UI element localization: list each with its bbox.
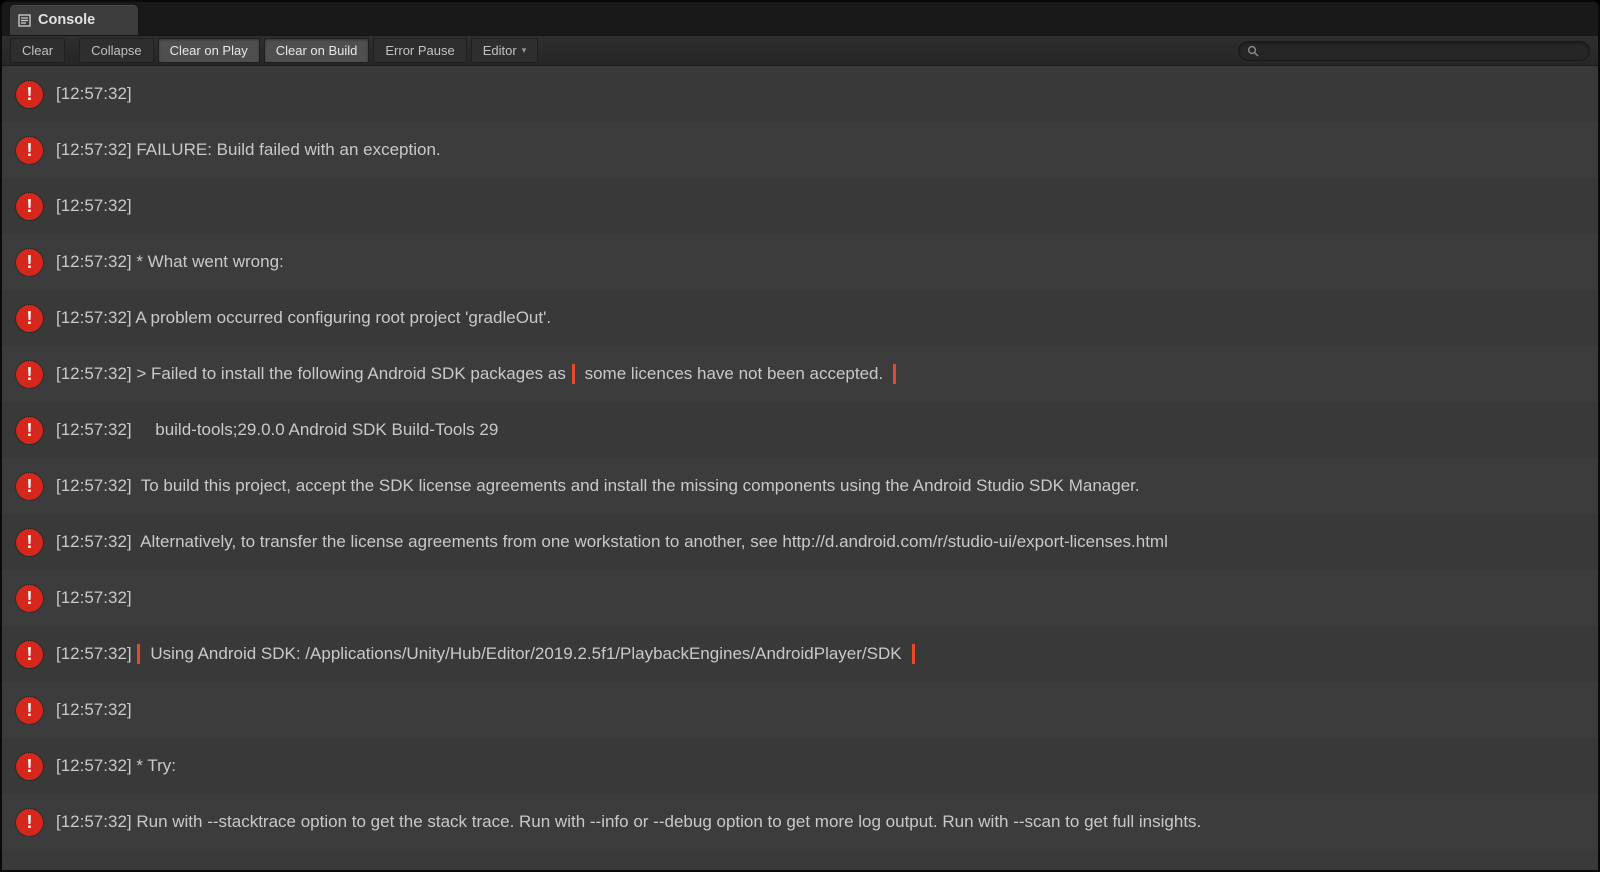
error-icon: !: [16, 417, 43, 444]
toolbar-button-label: Clear on Build: [276, 43, 358, 58]
log-row[interactable]: ! [12:57:32] A problem occurred configuri…: [2, 290, 1598, 346]
error-icon: !: [16, 641, 43, 668]
log-message: [12:57:32]: [56, 700, 132, 720]
log-message: [12:57:32] To build this project, accept…: [56, 476, 1140, 496]
log-message: [12:57:32] * What went wrong:: [56, 252, 284, 272]
log-row[interactable]: ! [12:57:32] build-tools;29.0.0 Android S…: [2, 402, 1598, 458]
error-icon: !: [16, 697, 43, 724]
error-icon: !: [16, 473, 43, 500]
log-message: [12:57:32] Run with --stacktrace option …: [56, 812, 1201, 832]
error-icon: !: [16, 249, 43, 276]
toolbar: Clear Collapse Clear on Play Clear on Build…: [2, 36, 1598, 66]
toolbar-button-label: Editor: [483, 43, 517, 58]
log-message-text: [12:57:32] FAILURE: Build failed with an…: [56, 140, 441, 159]
log-row[interactable]: ! [12:57:32] > Failed to install the foll…: [2, 346, 1598, 402]
console-window: Console Clear Collapse Clear on Play Clear …: [0, 0, 1600, 872]
log-row[interactable]: ! [12:57:32] Run with --stacktrace option…: [2, 794, 1598, 850]
log-message: [12:57:32] * Try:: [56, 756, 176, 776]
search-box[interactable]: [1238, 41, 1590, 61]
log-message-text: [12:57:32] * Try:: [56, 756, 176, 775]
clear-button[interactable]: Clear: [10, 38, 65, 63]
log-message-text: [12:57:32] To build this project, accept…: [56, 476, 1140, 495]
error-pause-button[interactable]: Error Pause: [373, 38, 466, 63]
log-message-text: [12:57:32]: [56, 196, 132, 215]
tab-label: Console: [38, 12, 95, 28]
log-message: [12:57:32] build-tools;29.0.0 Android SD…: [56, 420, 498, 440]
log-message: [12:57:32]: [56, 84, 132, 104]
error-icon: !: [16, 529, 43, 556]
error-icon: !: [16, 809, 43, 836]
tab-bar: Console: [2, 2, 1598, 36]
log-message-text: [12:57:32]: [56, 700, 132, 719]
error-icon: !: [16, 585, 43, 612]
log-message-text: [12:57:32] * What went wrong:: [56, 252, 284, 271]
log-message-text: [12:57:32] A problem occurred configurin…: [56, 308, 551, 327]
log-row[interactable]: ! [12:57:32]: [2, 66, 1598, 122]
toolbar-button-label: Clear: [22, 43, 53, 58]
console-tab-icon: [18, 14, 31, 27]
collapse-button[interactable]: Collapse: [79, 38, 154, 63]
log-message: [12:57:32] Using Android SDK: /Applicati…: [56, 644, 915, 664]
tab-console[interactable]: Console: [10, 5, 138, 35]
log-row[interactable]: ! [12:57:32] * What went wrong:: [2, 234, 1598, 290]
log-message-text: [12:57:32] build-tools;29.0.0 Android SD…: [56, 420, 498, 439]
log-message-text: [12:57:32] > Failed to install the follo…: [56, 364, 571, 383]
error-icon: !: [16, 81, 43, 108]
error-icon: !: [16, 753, 43, 780]
clear-on-play-button[interactable]: Clear on Play: [158, 38, 260, 63]
error-icon: !: [16, 137, 43, 164]
toolbar-button-label: Error Pause: [385, 43, 454, 58]
log-row[interactable]: ! [12:57:32] Alternatively, to transfer t…: [2, 514, 1598, 570]
log-message-text: [12:57:32]: [56, 644, 136, 663]
log-row[interactable]: ! [12:57:32] To build this project, accep…: [2, 458, 1598, 514]
log-message-text: [12:57:32] Run with --stacktrace option …: [56, 812, 1201, 831]
log-row[interactable]: ! [12:57:32] * Try:: [2, 738, 1598, 794]
log-list: ! [12:57:32]! [12:57:32] FAILURE: Build fa…: [2, 66, 1598, 870]
log-row[interactable]: ! [12:57:32] FAILURE: Build failed with a…: [2, 122, 1598, 178]
search-input[interactable]: [1264, 42, 1581, 60]
log-message-text: [12:57:32]: [56, 84, 132, 103]
error-icon: !: [16, 305, 43, 332]
annotation-highlight: some licences have not been accepted.: [572, 364, 897, 384]
log-row[interactable]: ! [12:57:32]: [2, 178, 1598, 234]
search-icon: [1247, 45, 1259, 57]
log-message-text: [12:57:32] Alternatively, to transfer th…: [56, 532, 1168, 551]
error-icon: !: [16, 361, 43, 388]
log-message: [12:57:32] > Failed to install the follo…: [56, 364, 896, 384]
toolbar-button-label: Collapse: [91, 43, 142, 58]
chevron-down-icon: ▾: [522, 46, 527, 55]
log-message: [12:57:32] A problem occurred configurin…: [56, 308, 551, 328]
log-row[interactable]: ! [12:57:32]: [2, 570, 1598, 626]
toolbar-button-label: Clear on Play: [170, 43, 248, 58]
editor-dropdown[interactable]: Editor ▾: [471, 38, 539, 63]
clear-on-build-button[interactable]: Clear on Build: [264, 38, 370, 63]
log-message: [12:57:32]: [56, 196, 132, 216]
log-message: [12:57:32] Alternatively, to transfer th…: [56, 532, 1168, 552]
log-message: [12:57:32]: [56, 588, 132, 608]
log-row[interactable]: ! [12:57:32] Using Android SDK: /Applicat…: [2, 626, 1598, 682]
log-message-text: [12:57:32]: [56, 588, 132, 607]
log-message: [12:57:32] FAILURE: Build failed with an…: [56, 140, 441, 160]
error-icon: !: [16, 193, 43, 220]
log-row[interactable]: ! [12:57:32]: [2, 682, 1598, 738]
annotation-highlight: Using Android SDK: /Applications/Unity/H…: [137, 644, 914, 664]
